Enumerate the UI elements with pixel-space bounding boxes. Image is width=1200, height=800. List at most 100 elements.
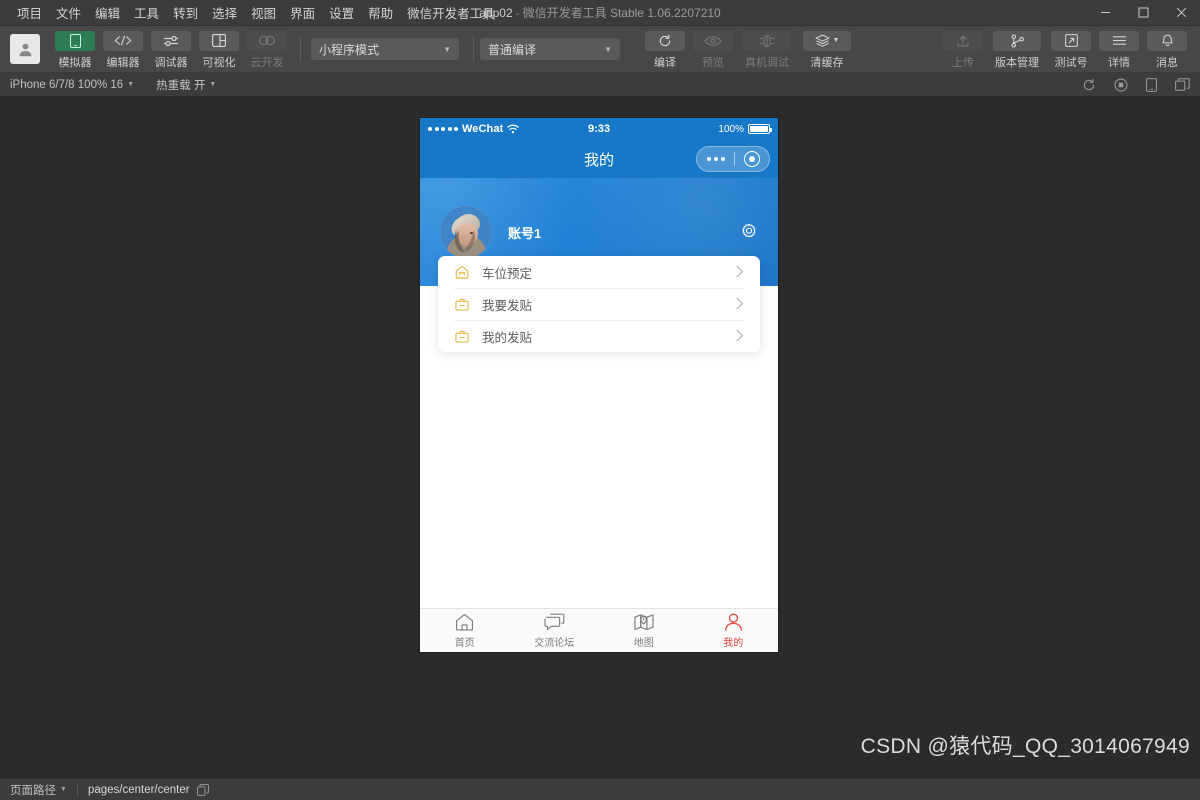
mode-select-value: 小程序模式: [319, 42, 380, 57]
gear-icon[interactable]: [740, 223, 758, 241]
toolbar-button-debugger[interactable]: 调试器: [148, 29, 194, 70]
page-path-value: pages/center/center: [87, 783, 190, 796]
chevron-down-icon: ▼: [209, 81, 217, 88]
briefcase-icon: [454, 330, 470, 343]
hot-reload-select[interactable]: 热重载 开 ▼: [156, 77, 216, 93]
menu-item-create-post[interactable]: 我要发贴: [438, 288, 760, 320]
toolbar-label-details: 详情: [1108, 56, 1130, 69]
toolbar-center-group: 编译 预览 真机调试 ▼ 清缓存: [642, 29, 856, 70]
menu-item-my-posts[interactable]: 我的发贴: [438, 320, 760, 352]
toolbar-label-remote-debug: 真机调试: [745, 56, 789, 69]
close-icon: [1176, 7, 1186, 18]
menu-item-tools[interactable]: 工具: [127, 0, 166, 26]
battery-icon: [748, 124, 772, 134]
tab-map[interactable]: 地图: [599, 609, 689, 652]
menu-items: 项目 文件 编辑 工具 转到 选择 视图 界面 设置 帮助 微信开发者工具: [0, 0, 502, 26]
maximize-icon: [1138, 7, 1148, 18]
map-icon: [634, 612, 654, 632]
toolbar-label-preview: 预览: [702, 56, 724, 69]
toolbar-label-compile: 编译: [654, 56, 676, 69]
menu-card: 车位预定 我要发贴 我的发贴: [438, 256, 760, 352]
phone-tab-bar: 首页 交流论坛 地图 我的: [420, 608, 778, 652]
toolbar-label-messages: 消息: [1156, 56, 1178, 69]
toolbar-button-test-account[interactable]: 测试号: [1048, 29, 1094, 70]
menu-item-settings[interactable]: 设置: [322, 0, 361, 26]
refresh-icon[interactable]: [1082, 78, 1096, 92]
tab-label: 交流论坛: [534, 638, 575, 649]
toolbar-label-debugger: 调试器: [154, 56, 188, 69]
compile-select[interactable]: 普通编译 ▼: [480, 38, 620, 60]
status-bar-divider: [76, 783, 78, 796]
menu-lines-icon: [1099, 30, 1139, 51]
chevron-down-icon: ▼: [604, 44, 612, 54]
menu-item-view[interactable]: 视图: [244, 0, 283, 26]
maximize-button[interactable]: [1124, 0, 1162, 26]
simulator-sub-toolbar: iPhone 6/7/8 100% 16 ▼ 热重载 开 ▼: [0, 73, 1200, 97]
copy-icon[interactable]: [196, 783, 209, 796]
chevron-down-icon: ▼: [60, 786, 67, 793]
phone-simulator: WeChat 9:33 100% 我的 账号1 车位预定 我要发贴 我的发贴 首…: [420, 118, 778, 652]
user-avatar-button[interactable]: [10, 34, 40, 64]
menu-item-select[interactable]: 选择: [205, 0, 244, 26]
toolbar-button-simulator[interactable]: 模拟器: [52, 29, 98, 70]
chevron-down-icon: ▼: [443, 44, 451, 54]
close-button[interactable]: [1162, 0, 1200, 26]
menu-item-help[interactable]: 帮助: [361, 0, 400, 26]
toolbar-button-compile[interactable]: 编译: [642, 29, 688, 70]
tab-home[interactable]: 首页: [420, 609, 510, 652]
sub-toolbar-icons: [1082, 77, 1190, 92]
chevron-right-icon: [736, 297, 744, 312]
eye-icon: [693, 30, 733, 51]
menu-item-ui[interactable]: 界面: [283, 0, 322, 26]
chat-icon: [544, 612, 565, 632]
toolbar-button-editor[interactable]: 编辑器: [100, 29, 146, 70]
menu-item-project[interactable]: 项目: [10, 0, 49, 26]
toolbar-button-preview[interactable]: 预览: [690, 29, 736, 70]
tab-forum[interactable]: 交流论坛: [510, 609, 600, 652]
avatar[interactable]: [440, 206, 492, 258]
toolbar-button-upload[interactable]: 上传: [940, 29, 986, 70]
menu-item-devtools[interactable]: 微信开发者工具: [400, 0, 502, 26]
toolbar-button-remote-debug[interactable]: 真机调试: [738, 29, 796, 70]
chevron-down-icon: ▼: [832, 37, 840, 44]
menu-item-parking-reservation[interactable]: 车位预定: [438, 256, 760, 288]
toolbar-label-cloud: 云开发: [250, 56, 284, 69]
main-toolbar: 模拟器 编辑器 调试器 可视化 云开发 小程序模式 ▼ 普通编译 ▼ 编译 预览…: [0, 26, 1200, 73]
windows-icon[interactable]: [1175, 78, 1190, 91]
toolbar-label-simulator: 模拟器: [58, 56, 92, 69]
briefcase-icon: [454, 298, 470, 311]
toolbar-divider-2: [473, 36, 474, 62]
status-time: 9:33: [587, 123, 611, 135]
window-title-separator: -: [515, 6, 520, 20]
page-body: 车位预定 我要发贴 我的发贴: [420, 256, 778, 608]
page-path-select[interactable]: 页面路径 ▼: [10, 782, 67, 798]
mode-select[interactable]: 小程序模式 ▼: [311, 38, 459, 60]
menu-item-edit[interactable]: 编辑: [88, 0, 127, 26]
more-dots-icon[interactable]: [698, 157, 734, 161]
device-select[interactable]: iPhone 6/7/8 100% 16 ▼: [10, 79, 134, 91]
toolbar-button-visualization[interactable]: 可视化: [196, 29, 242, 70]
device-debug-icon: [743, 30, 791, 51]
phone-status-bar: WeChat 9:33 100%: [420, 118, 778, 140]
menu-item-file[interactable]: 文件: [49, 0, 88, 26]
toolbar-button-clear-cache[interactable]: ▼ 清缓存: [798, 29, 856, 70]
minimize-button[interactable]: [1086, 0, 1124, 26]
compile-select-value: 普通编译: [488, 42, 537, 57]
minimize-icon: [1100, 12, 1110, 13]
toolbar-button-messages[interactable]: 消息: [1144, 29, 1190, 70]
phone-icon[interactable]: [1146, 77, 1157, 92]
toolbar-button-cloud[interactable]: 云开发: [244, 29, 290, 70]
toolbar-button-details[interactable]: 详情: [1096, 29, 1142, 70]
tab-profile[interactable]: 我的: [689, 609, 779, 652]
toolbar-button-version-control[interactable]: 版本管理: [988, 29, 1046, 70]
toolbar-left-group: 模拟器 编辑器 调试器 可视化 云开发: [52, 29, 290, 70]
close-target-icon[interactable]: [743, 151, 760, 167]
wechat-capsule-button[interactable]: [696, 146, 770, 172]
tab-label: 我的: [723, 638, 744, 649]
menu-item-goto[interactable]: 转到: [166, 0, 205, 26]
toolbar-divider-1: [300, 36, 301, 62]
record-icon[interactable]: [1114, 78, 1128, 92]
toolbar-label-test-account: 测试号: [1054, 56, 1088, 69]
git-branch-icon: [993, 30, 1041, 51]
menu-item-label: 我的发贴: [482, 330, 533, 345]
